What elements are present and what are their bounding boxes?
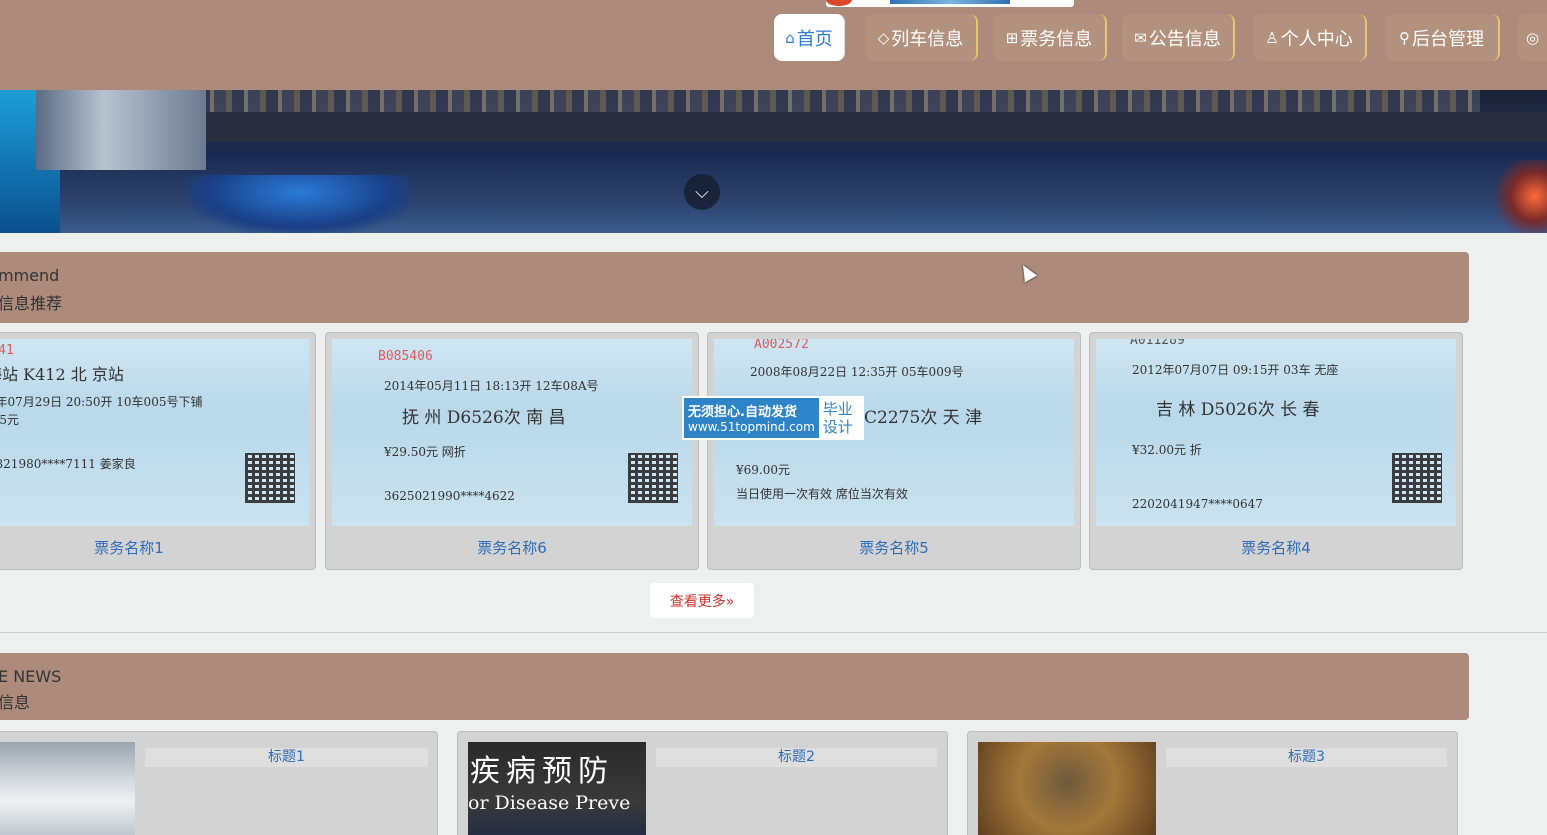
wechat-icon: ◎ <box>1526 28 1540 47</box>
nav-label: 后台管理 <box>1412 28 1484 50</box>
ticket-card-5[interactable]: A002572 2008年08月22日 12:35开 05车009号 C2275… <box>707 332 1081 570</box>
ticket-caption[interactable]: 票务名称4 <box>1090 537 1462 558</box>
nav-home[interactable]: ⌂ 首页 <box>774 14 845 61</box>
nav-label: 首页 <box>796 28 833 50</box>
nav-more[interactable]: ◎ <box>1518 14 1547 61</box>
news-thumbnail[interactable]: 疾病预防 or Disease Preve <box>468 742 646 835</box>
nav-label: 公告信息 <box>1148 28 1221 50</box>
ticket-card-1[interactable]: B061141 威 海站 K412 北 京站 2015年07月29日 20:50… <box>0 332 316 570</box>
user-icon: ♙ <box>1265 28 1279 47</box>
news-thumbnail[interactable] <box>978 742 1156 835</box>
news-title[interactable]: 标题1 <box>145 748 428 767</box>
qr-code <box>1392 453 1442 503</box>
section-title-en: E NEWS <box>0 667 62 686</box>
nav-label: 票务信息 <box>1020 28 1093 50</box>
news-title[interactable]: 标题2 <box>656 748 937 767</box>
news-card-2[interactable]: 疾病预防 or Disease Preve 标题2 <box>457 731 948 835</box>
book-icon: ⊞ <box>1005 28 1019 47</box>
nav-admin[interactable]: ⚲ 后台管理 <box>1385 14 1500 61</box>
qr-code <box>245 453 295 503</box>
site-logo[interactable] <box>826 0 1074 7</box>
section-divider <box>0 632 1547 633</box>
ticket-caption[interactable]: 票务名称6 <box>326 537 698 558</box>
nav-train-info[interactable]: ◇ 列车信息 <box>865 14 978 61</box>
mail-icon: ✉ <box>1134 28 1147 47</box>
ticket-card-4[interactable]: A011289 2012年07月07日 09:15开 03车 无座 吉 林 D5… <box>1089 332 1463 570</box>
nav-profile[interactable]: ♙ 个人中心 <box>1253 14 1367 61</box>
ticket-image[interactable]: B061141 威 海站 K412 北 京站 2015年07月29日 20:50… <box>0 339 309 526</box>
section-title-cn: 信息推荐 <box>0 294 63 313</box>
section-title-en: mmend <box>0 266 60 285</box>
ticket-image[interactable]: B085406 2014年05月11日 18:13开 12车08A号 抚 州 D… <box>332 339 692 526</box>
site-header: ⌂ 首页 ◇ 列车信息 ⊞ 票务信息 ✉ 公告信息 ♙ 个人中心 ⚲ 后台管理 … <box>0 0 1547 90</box>
watermark-side: 毕业 设计 <box>818 398 862 438</box>
nav-ticket-info[interactable]: ⊞ 票务信息 <box>993 14 1107 61</box>
qr-code <box>628 453 678 503</box>
ticket-image[interactable]: A011289 2012年07月07日 09:15开 03车 无座 吉 林 D5… <box>1096 339 1456 526</box>
nav-label: 列车信息 <box>891 28 964 50</box>
watermark-line2: www.51topmind.com <box>688 420 815 434</box>
view-more-button[interactable]: 查看更多» <box>650 583 754 618</box>
news-title[interactable]: 标题3 <box>1166 748 1447 767</box>
recommend-section-header: mmend 信息推荐 <box>0 252 1469 323</box>
hero-banner: ⌵ <box>0 90 1547 233</box>
news-card-3[interactable]: 标题3 <box>967 731 1458 835</box>
nav-label: 个人中心 <box>1280 28 1353 50</box>
news-card-1[interactable]: 标题1 <box>0 731 438 835</box>
chevron-down-icon[interactable]: ⌵ <box>684 174 720 210</box>
ticket-caption[interactable]: 票务名称5 <box>708 537 1080 558</box>
watermark-badge[interactable]: 无须担心.自动发货 www.51topmind.com 毕业 设计 <box>682 396 864 440</box>
news-section-header: E NEWS 信息 <box>0 653 1469 720</box>
tag-icon: ◇ <box>877 28 890 47</box>
news-thumbnail[interactable] <box>0 742 135 835</box>
section-title-cn: 信息 <box>0 693 31 712</box>
ticket-card-6[interactable]: B085406 2014年05月11日 18:13开 12车08A号 抚 州 D… <box>325 332 699 570</box>
home-icon: ⌂ <box>785 28 795 47</box>
watermark-line1: 无须担心.自动发货 <box>688 405 797 420</box>
link-icon: ⚲ <box>1399 28 1410 47</box>
nav-announcements[interactable]: ✉ 公告信息 <box>1122 14 1235 61</box>
ticket-caption[interactable]: 票务名称1 <box>0 537 315 558</box>
